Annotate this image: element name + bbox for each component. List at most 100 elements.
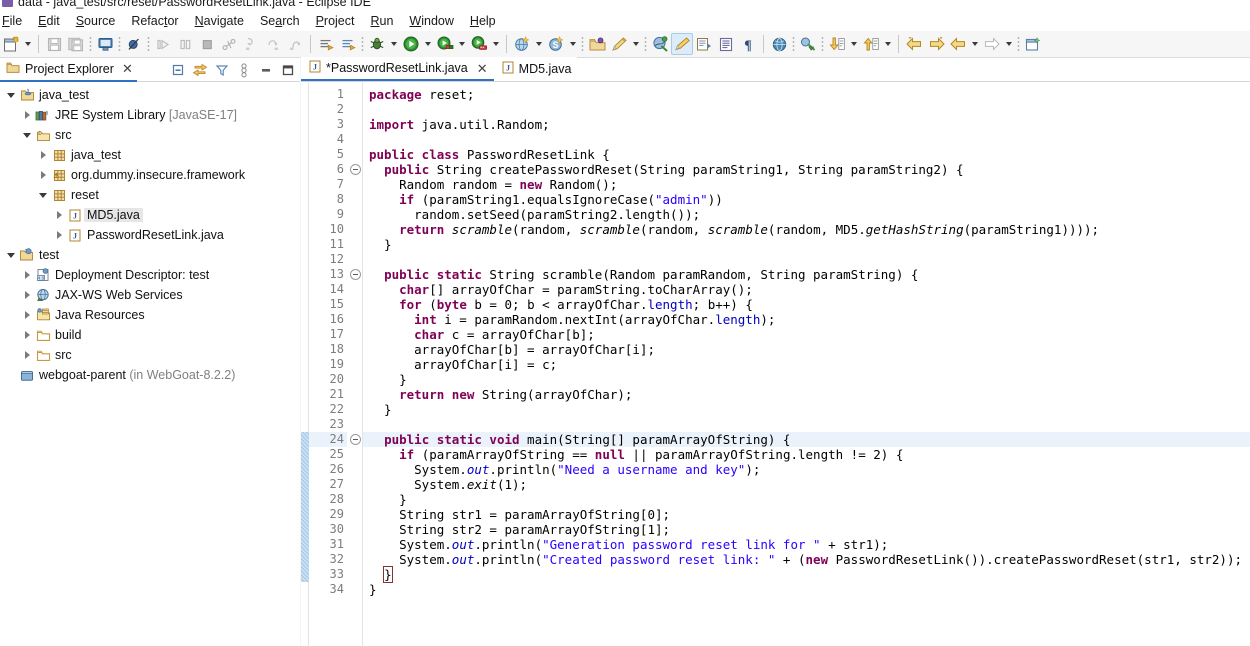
tab-project-explorer[interactable]: Project Explorer ✕ <box>0 57 137 82</box>
toolbar-drag-handle[interactable] <box>147 36 150 52</box>
new-server-button-dropdown[interactable] <box>567 33 579 55</box>
tree-twisty-collapsed-icon[interactable] <box>20 285 34 305</box>
quick-fix-button-dropdown[interactable] <box>630 33 642 55</box>
code-line[interactable]: } <box>369 237 1250 252</box>
fold-collapse-icon[interactable] <box>350 434 361 445</box>
code-line[interactable]: if (paramArrayOfString == null || paramA… <box>369 447 1250 462</box>
collapse-all-icon[interactable] <box>168 60 188 80</box>
forward-button-dropdown[interactable] <box>1003 33 1015 55</box>
tree-item-jre-system-library[interactable]: JRE System Library [JavaSE-17] <box>0 105 300 125</box>
tree-twisty-expanded-icon[interactable] <box>20 125 34 145</box>
tree-twisty-expanded-icon[interactable] <box>4 85 18 105</box>
code-editor[interactable]: 1 2 3 4 5 6 7 8 9 10 11 12 13 14 15 16 17 18 19 20 21 22 23 24 2… <box>301 82 1250 646</box>
toolbar-drag-handle[interactable] <box>1017 36 1020 52</box>
code-line[interactable]: System.out.println("Need a username and … <box>369 462 1250 477</box>
open-console-button[interactable] <box>94 33 116 55</box>
code-line[interactable]: for (byte b = 0; b < arrayOfChar.length;… <box>369 297 1250 312</box>
code-line[interactable]: String str1 = paramArrayOfString[0]; <box>369 507 1250 522</box>
code-line[interactable]: } <box>369 492 1250 507</box>
profile-button[interactable] <box>468 33 490 55</box>
menu-help[interactable]: Help <box>462 12 504 30</box>
code-line[interactable]: public String createPasswordReset(String… <box>369 162 1250 177</box>
code-line[interactable]: } <box>369 372 1250 387</box>
tree-twisty-collapsed-icon[interactable] <box>20 305 34 325</box>
code-line[interactable]: public static void main(String[] paramAr… <box>363 432 1250 447</box>
code-line[interactable]: String str2 = paramArrayOfString[1]; <box>369 522 1250 537</box>
menu-refactor[interactable]: Refactor <box>123 12 186 30</box>
close-icon[interactable]: ✕ <box>477 62 488 75</box>
tree-twisty-expanded-icon[interactable] <box>36 185 50 205</box>
open-web-browser-button[interactable] <box>768 33 790 55</box>
show-paragraph-button[interactable]: ¶ <box>737 33 759 55</box>
toggle-mark-occurrences-button[interactable] <box>671 33 693 55</box>
close-icon[interactable]: ✕ <box>122 62 133 75</box>
tree-twisty-collapsed-icon[interactable] <box>20 325 34 345</box>
coverage-button[interactable] <box>434 33 456 55</box>
quick-fix-button[interactable] <box>608 33 630 55</box>
code-line[interactable]: int i = paramRandom.nextInt(arrayOfChar.… <box>369 312 1250 327</box>
toolbar-drag-handle[interactable] <box>792 36 795 52</box>
menu-edit[interactable]: Edit <box>30 12 68 30</box>
new-wizard-button-dropdown[interactable] <box>22 33 34 55</box>
back-button[interactable] <box>947 33 969 55</box>
open-type-button[interactable] <box>586 33 608 55</box>
toolbar-drag-handle[interactable] <box>644 36 647 52</box>
code-line[interactable]: package reset; <box>369 87 1250 102</box>
fold-collapse-icon[interactable] <box>350 164 361 175</box>
code-line[interactable]: } <box>369 402 1250 417</box>
code-line[interactable]: return scramble(random, scramble(random,… <box>369 222 1250 237</box>
tree-item-java-test[interactable]: java_test <box>0 145 300 165</box>
tree-twisty-collapsed-icon[interactable] <box>20 265 34 285</box>
tree-item-src[interactable]: ! src <box>0 125 300 145</box>
tree-item-deployment-descriptor-test[interactable]: 4.0 Deployment Descriptor: test <box>0 265 300 285</box>
profile-button-dropdown[interactable] <box>490 33 502 55</box>
new-server-button[interactable]: S <box>545 33 567 55</box>
folding-ruler[interactable] <box>349 82 363 646</box>
maximize-icon[interactable] <box>278 60 298 80</box>
next-annotation-button[interactable] <box>315 33 337 55</box>
toolbar-drag-handle[interactable] <box>361 36 364 52</box>
tree-twisty-collapsed-icon[interactable] <box>20 105 34 125</box>
code-line[interactable]: arrayOfChar[b] = arrayOfChar[i]; <box>369 342 1250 357</box>
code-line[interactable]: char c = arrayOfChar[b]; <box>369 327 1250 342</box>
tree-twisty-collapsed-icon[interactable] <box>52 205 66 225</box>
tree-item-reset[interactable]: reset <box>0 185 300 205</box>
code-line[interactable]: Random random = new Random(); <box>369 177 1250 192</box>
code-line[interactable] <box>369 417 1250 432</box>
tree-twisty-collapsed-icon[interactable] <box>36 145 50 165</box>
code-line[interactable]: if (paramString1.equalsIgnoreCase("admin… <box>369 192 1250 207</box>
forward-to-button[interactable]: * <box>925 33 947 55</box>
toolbar-drag-handle[interactable] <box>821 36 824 52</box>
minimize-icon[interactable] <box>256 60 276 80</box>
debug-button-dropdown[interactable] <box>388 33 400 55</box>
tree-item-test[interactable]: test <box>0 245 300 265</box>
code-line[interactable]: System.out.println("Generation password … <box>369 537 1250 552</box>
next-edit-location-button-dropdown[interactable] <box>882 33 894 55</box>
code-line[interactable]: } <box>369 566 1250 583</box>
new-java-project-button[interactable] <box>511 33 533 55</box>
next-edit-location-button[interactable] <box>860 33 882 55</box>
tree-item-org-dummy-insecure-framework[interactable]: ! org.dummy.insecure.framework <box>0 165 300 185</box>
code-line[interactable]: random.setSeed(paramString2.length()); <box>369 207 1250 222</box>
toggle-block-selection-button[interactable] <box>693 33 715 55</box>
tree-item-build[interactable]: build <box>0 325 300 345</box>
run-button-dropdown[interactable] <box>422 33 434 55</box>
back-to-button[interactable]: * <box>903 33 925 55</box>
new-window-button[interactable] <box>1022 33 1044 55</box>
code-line[interactable]: } <box>369 582 1250 597</box>
previous-edit-location-button-dropdown[interactable] <box>848 33 860 55</box>
tree-twisty-collapsed-icon[interactable] <box>36 165 50 185</box>
debug-button[interactable] <box>366 33 388 55</box>
editor-tab-0[interactable]: J *PasswordResetLink.java ✕ <box>301 57 494 81</box>
editor-tab-1[interactable]: J MD5.java <box>493 57 578 81</box>
show-whitespace-button[interactable] <box>715 33 737 55</box>
tree-item-jax-ws-web-services[interactable]: JAX-WS Web Services <box>0 285 300 305</box>
tree-item-md5-java[interactable]: J MD5.java <box>0 205 300 225</box>
menu-navigate[interactable]: Navigate <box>187 12 252 30</box>
tree-item-passwordresetlink-java[interactable]: J PasswordResetLink.java <box>0 225 300 245</box>
run-button[interactable] <box>400 33 422 55</box>
source-text[interactable]: package reset; import java.util.Random; … <box>363 82 1250 646</box>
menu-file[interactable]: File <box>0 12 30 30</box>
code-line[interactable] <box>369 102 1250 117</box>
filter-funnel-icon[interactable] <box>212 60 232 80</box>
